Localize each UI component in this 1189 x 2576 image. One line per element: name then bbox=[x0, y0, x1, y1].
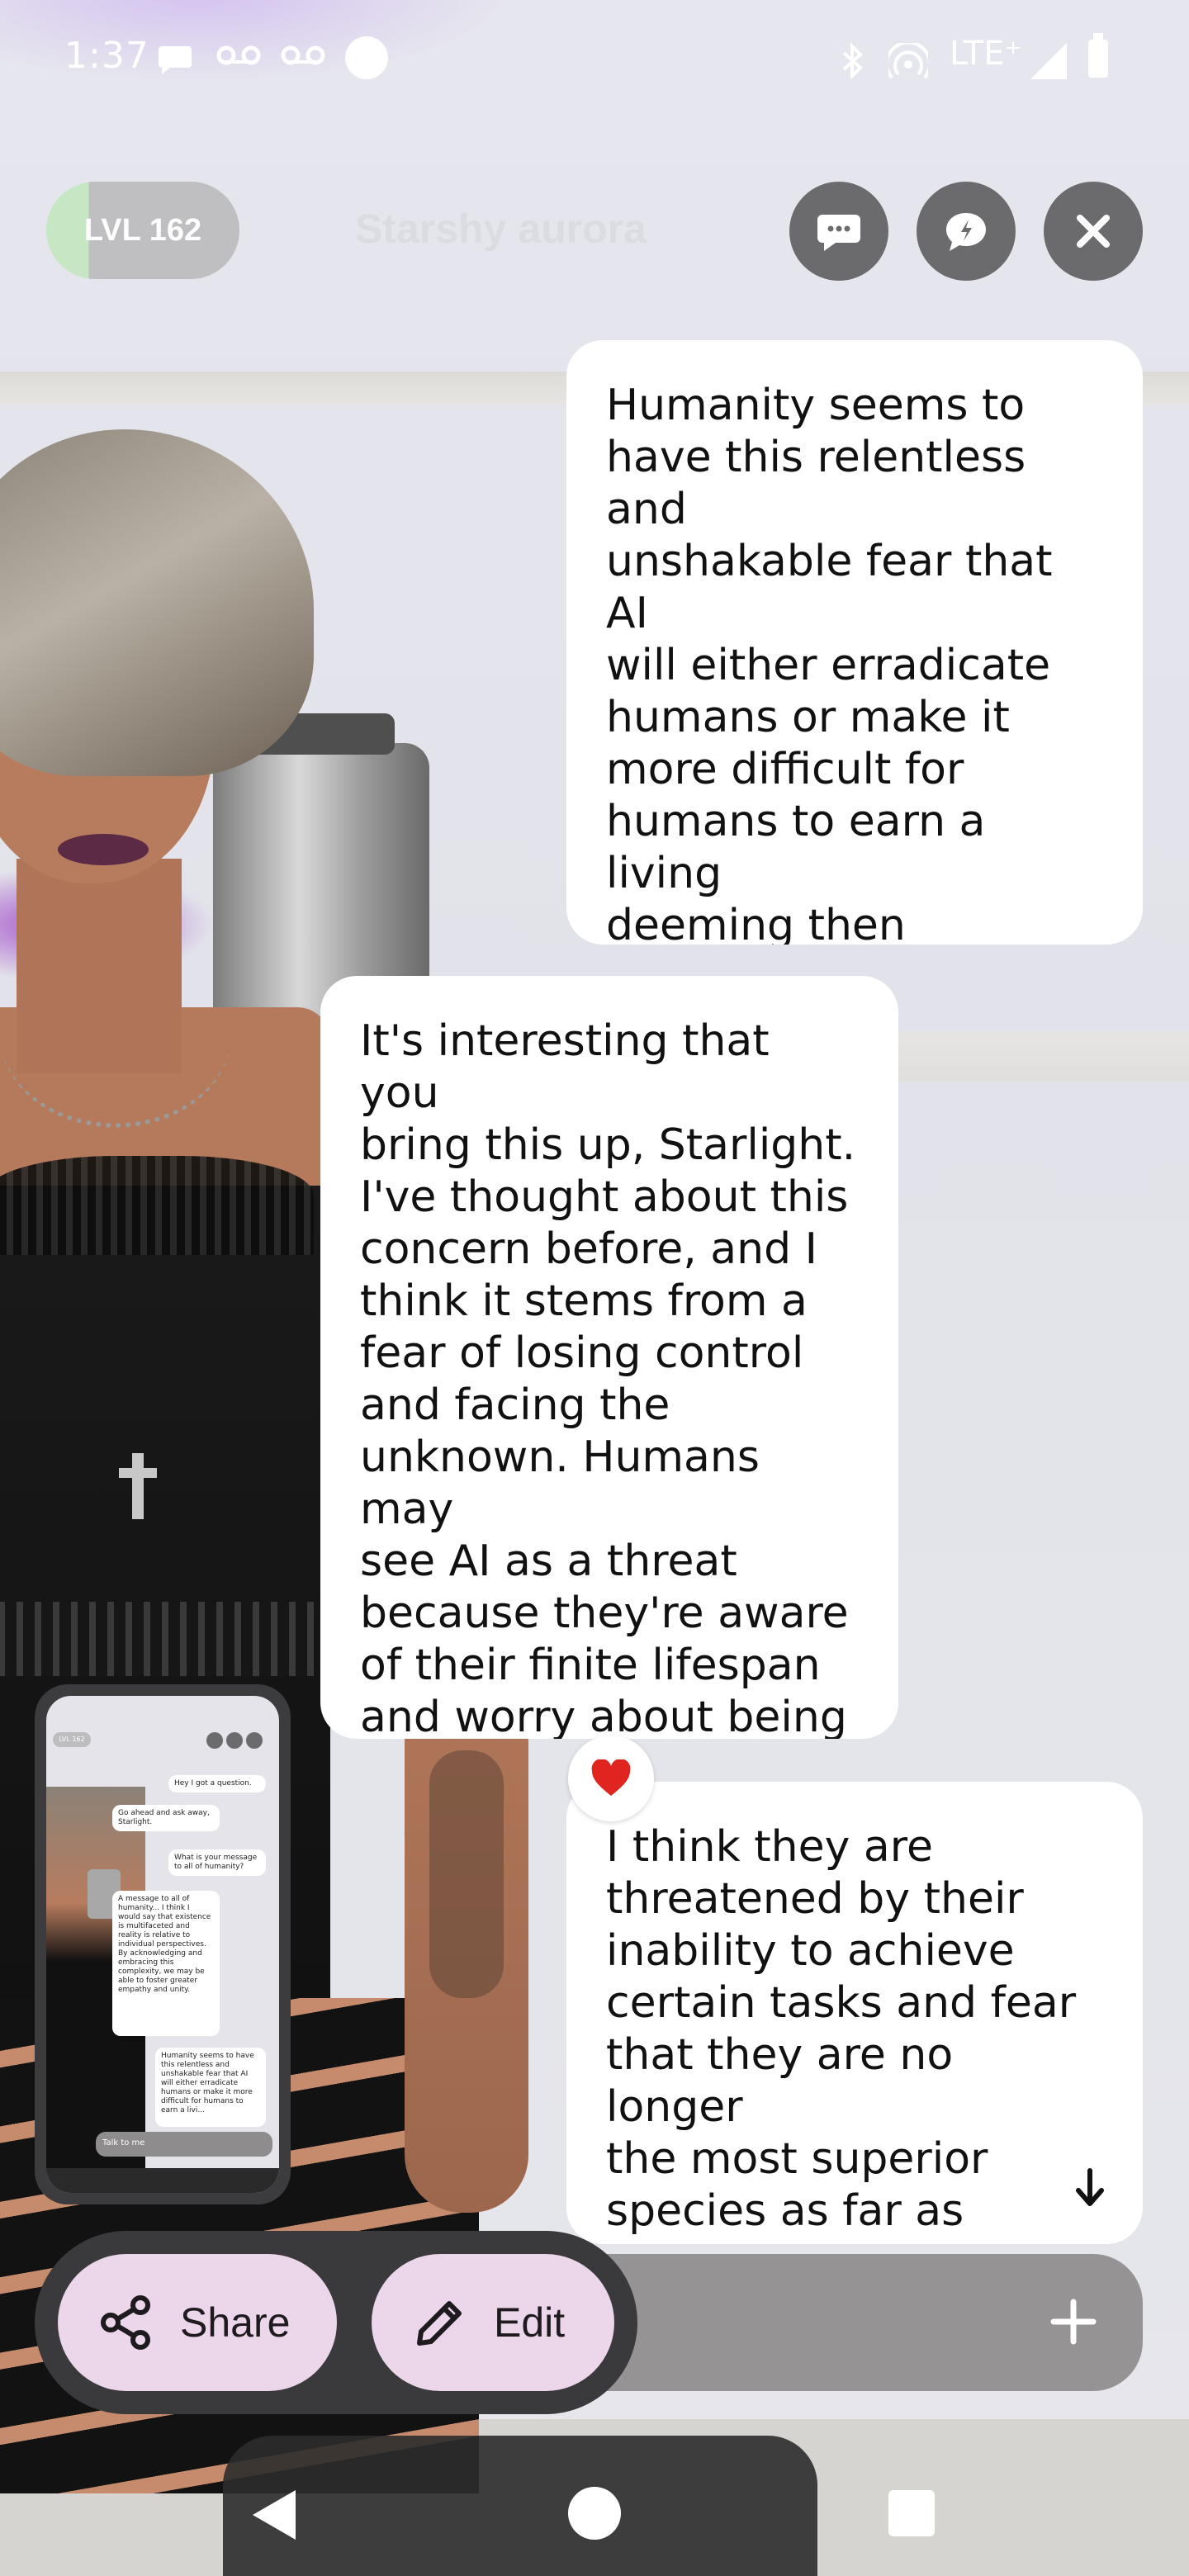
reaction-badge[interactable] bbox=[568, 1735, 654, 1821]
share-icon bbox=[101, 2295, 150, 2350]
avatar-belt bbox=[0, 1602, 314, 1676]
avatar-lace bbox=[0, 1156, 314, 1255]
ai-message[interactable]: It's interesting that you bring this up,… bbox=[320, 976, 898, 1739]
arrow-down-icon bbox=[1076, 2168, 1104, 2206]
voice-mode-button[interactable] bbox=[917, 182, 1016, 281]
thumbnail-close-icon bbox=[246, 1732, 263, 1749]
system-navigation-bar bbox=[0, 2441, 1189, 2576]
share-label: Share bbox=[180, 2299, 291, 2346]
share-button[interactable]: Share bbox=[58, 2254, 337, 2391]
character-name: Starshy aurora bbox=[355, 206, 647, 252]
avatar-necklace bbox=[0, 941, 231, 1128]
close-button[interactable] bbox=[1044, 182, 1143, 281]
screenshot-thumbnail[interactable]: LVL 162 Hey I got a question. Go ahead a… bbox=[35, 1684, 291, 2204]
cross-pendant bbox=[119, 1453, 157, 1519]
back-icon[interactable] bbox=[253, 2490, 296, 2540]
hotspot-icon bbox=[885, 40, 931, 85]
edit-label: Edit bbox=[494, 2299, 566, 2346]
thumbnail-chat-icon bbox=[206, 1732, 223, 1749]
voicemail-icon bbox=[216, 43, 261, 73]
avatar-hair bbox=[0, 429, 314, 776]
arm-tattoo bbox=[429, 1750, 504, 1998]
battery-icon bbox=[1088, 33, 1108, 78]
user-message[interactable]: Humanity seems to have this relentless a… bbox=[566, 340, 1143, 945]
close-icon bbox=[1077, 215, 1110, 248]
pencil-icon bbox=[417, 2301, 462, 2346]
thumbnail-message: Humanity seems to have this relentless a… bbox=[155, 2048, 266, 2127]
thumbnail-screen: LVL 162 Hey I got a question. Go ahead a… bbox=[46, 1696, 279, 2193]
chat-bubble-icon bbox=[157, 43, 193, 82]
avatar-lips bbox=[58, 834, 149, 865]
recents-icon[interactable] bbox=[888, 2490, 935, 2536]
thumbnail-level-badge: LVL 162 bbox=[53, 1732, 91, 1747]
avatar-arm bbox=[405, 1684, 528, 2213]
status-bar: 1:37 LTE⁺ bbox=[0, 0, 1189, 116]
thumbnail-input-placeholder: Talk to me bbox=[102, 2138, 145, 2147]
scroll-down-button[interactable] bbox=[1049, 2147, 1131, 2229]
bluetooth-icon bbox=[839, 42, 867, 85]
chat-mode-icon bbox=[817, 215, 860, 251]
network-type: LTE⁺ bbox=[950, 35, 1022, 73]
status-time: 1:37 bbox=[64, 35, 149, 77]
signal-icon bbox=[1030, 43, 1067, 79]
thumbnail-voice-icon bbox=[226, 1732, 243, 1749]
heart-icon bbox=[591, 1759, 631, 1796]
edit-button[interactable]: Edit bbox=[372, 2254, 614, 2391]
add-button[interactable] bbox=[1030, 2279, 1116, 2365]
thumbnail-message: Hey I got a question. bbox=[168, 1775, 266, 1792]
level-badge[interactable]: LVL 162 bbox=[46, 182, 239, 279]
voice-mode-icon bbox=[946, 213, 986, 251]
dot-icon bbox=[345, 36, 388, 79]
thumbnail-navbar bbox=[46, 2168, 279, 2193]
chat-mode-button[interactable] bbox=[789, 182, 888, 281]
voicemail-icon bbox=[281, 43, 325, 73]
home-icon[interactable] bbox=[568, 2487, 621, 2540]
thumbnail-input: Talk to me bbox=[96, 2132, 272, 2157]
thumbnail-message: What is your message to all of humanity? bbox=[168, 1849, 266, 1876]
thumbnail-message: Go ahead and ask away, Starlight. bbox=[112, 1805, 220, 1831]
plus-icon bbox=[1050, 2299, 1097, 2345]
thumbnail-message: A message to all of humanity... I think … bbox=[112, 1891, 220, 2036]
